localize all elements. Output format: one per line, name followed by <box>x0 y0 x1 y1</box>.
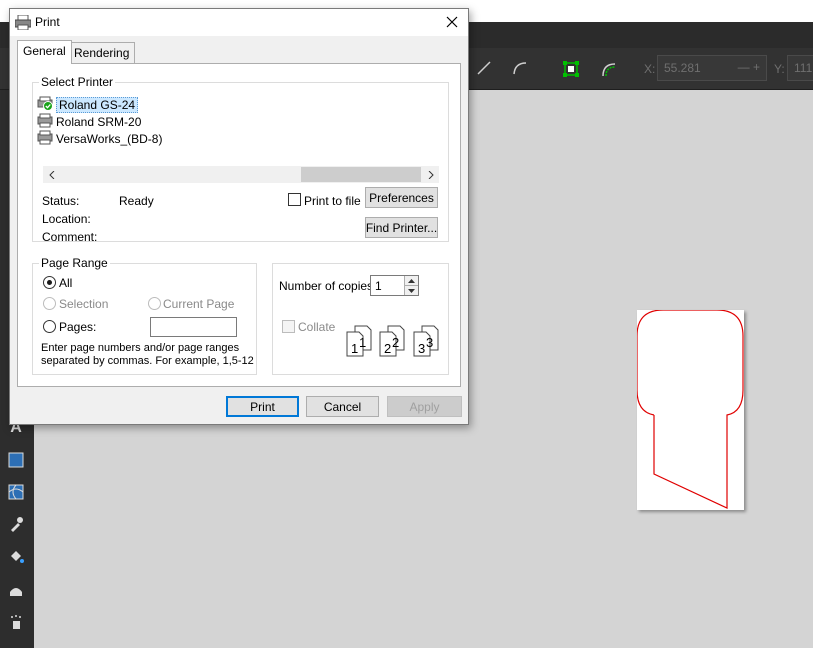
stack-page-number: 1 <box>351 341 359 356</box>
stack-page-number: 1 <box>359 335 367 350</box>
page-range-legend: Page Range <box>39 256 110 270</box>
current-page-radio[interactable] <box>148 297 161 310</box>
printer-name: VersaWorks_(BD-8) <box>56 132 163 146</box>
paint-bucket-icon[interactable] <box>4 544 28 568</box>
preferences-button[interactable]: Preferences <box>365 187 438 208</box>
stepper-icon[interactable]: — + <box>738 60 760 74</box>
pages-input[interactable] <box>150 317 237 337</box>
selection-label[interactable]: Selection <box>59 297 108 311</box>
printer-list-scrollbar[interactable] <box>43 166 439 183</box>
print-dialog: Print General Rendering Select Printer R… <box>9 8 469 425</box>
page-range-group: Page Range All Selection Current Page Pa… <box>32 256 257 375</box>
printer-list[interactable]: Roland GS-24 Roland SRM-20 VersaWorks_(B… <box>33 96 448 201</box>
printer-item-roland-srm20[interactable]: Roland SRM-20 <box>37 113 142 131</box>
y-coordinate-label: Y: <box>774 62 785 76</box>
spin-up-icon[interactable] <box>404 276 418 285</box>
copies-value[interactable]: 1 <box>375 279 382 293</box>
x-coordinate-value: 55.281 <box>664 61 701 75</box>
printer-item-roland-gs24[interactable]: Roland GS-24 <box>37 96 139 114</box>
printer-icon <box>14 14 32 33</box>
dropper-tool-icon[interactable] <box>4 512 28 536</box>
mesh-tool-icon[interactable] <box>4 480 28 504</box>
all-radio[interactable] <box>43 276 56 289</box>
select-printer-legend: Select Printer <box>39 75 116 89</box>
pages-label[interactable]: Pages: <box>59 320 96 334</box>
line-segment-icon[interactable] <box>474 58 494 78</box>
y-coordinate-field[interactable]: 111 <box>787 55 813 81</box>
printer-name: Roland SRM-20 <box>56 115 142 129</box>
dialog-title: Print <box>35 15 60 29</box>
close-icon <box>446 16 458 28</box>
selection-radio[interactable] <box>43 297 56 310</box>
path-handles-icon[interactable] <box>598 58 620 80</box>
spin-down-icon[interactable] <box>404 285 418 295</box>
collate-illustration: 1 1 2 2 3 3 <box>343 322 443 362</box>
scroll-left-icon[interactable] <box>43 166 60 183</box>
copies-label: Number of copies: <box>279 279 377 293</box>
printer-icon <box>37 130 53 148</box>
stack-page-number: 2 <box>392 335 400 350</box>
select-printer-group: Select Printer Roland GS-24 Roland SRM-2… <box>32 75 449 244</box>
y-coordinate-value: 111 <box>794 61 813 75</box>
dialog-titlebar[interactable]: Print <box>10 9 468 36</box>
x-coordinate-label: X: <box>644 62 656 76</box>
printer-name: Roland GS-24 <box>56 97 139 113</box>
location-label: Location: <box>42 212 91 226</box>
print-button[interactable]: Print <box>226 396 299 417</box>
status-value: Ready <box>119 194 154 208</box>
x-coordinate-field[interactable]: 55.281 — + <box>657 55 767 81</box>
node-transform-icon[interactable] <box>560 58 582 80</box>
gradient-tool-icon[interactable] <box>4 448 28 472</box>
printer-default-icon <box>37 96 53 114</box>
stack-page-number: 3 <box>426 335 434 350</box>
tab-general[interactable]: General <box>17 40 72 64</box>
comment-label: Comment: <box>42 230 98 244</box>
close-button[interactable] <box>436 9 468 35</box>
curve-segment-icon[interactable] <box>510 58 530 78</box>
find-printer-button[interactable]: Find Printer... <box>365 217 438 238</box>
printer-icon <box>37 113 53 131</box>
copies-stepper[interactable]: 1 <box>370 275 419 296</box>
spray-tool-icon[interactable] <box>4 610 28 634</box>
scroll-right-icon[interactable] <box>422 166 439 183</box>
print-to-file-label[interactable]: Print to file <box>304 194 361 208</box>
collate-label[interactable]: Collate <box>298 320 335 334</box>
stack-page-number: 2 <box>384 341 392 356</box>
print-to-file-checkbox[interactable] <box>288 193 301 206</box>
page-range-hint: Enter page numbers and/or page ranges se… <box>41 342 254 367</box>
pages-radio[interactable] <box>43 320 56 333</box>
printer-item-versaworks[interactable]: VersaWorks_(BD-8) <box>37 130 163 148</box>
collate-checkbox[interactable] <box>282 320 295 333</box>
tweak-tool-icon[interactable] <box>4 578 28 602</box>
general-tab-panel: Select Printer Roland GS-24 Roland SRM-2… <box>17 63 461 387</box>
document-page[interactable] <box>636 309 744 510</box>
tab-rendering[interactable]: Rendering <box>68 42 136 64</box>
cancel-button[interactable]: Cancel <box>306 396 379 417</box>
status-label: Status: <box>42 194 80 208</box>
drawn-shape[interactable] <box>636 309 744 510</box>
apply-button[interactable]: Apply <box>387 396 462 417</box>
stack-page-number: 3 <box>418 341 426 356</box>
all-label[interactable]: All <box>59 276 72 290</box>
scrollbar-thumb[interactable] <box>301 167 421 182</box>
copies-group: Number of copies: 1 Collate 1 1 2 2 3 3 <box>272 263 449 375</box>
current-page-label[interactable]: Current Page <box>163 297 234 311</box>
